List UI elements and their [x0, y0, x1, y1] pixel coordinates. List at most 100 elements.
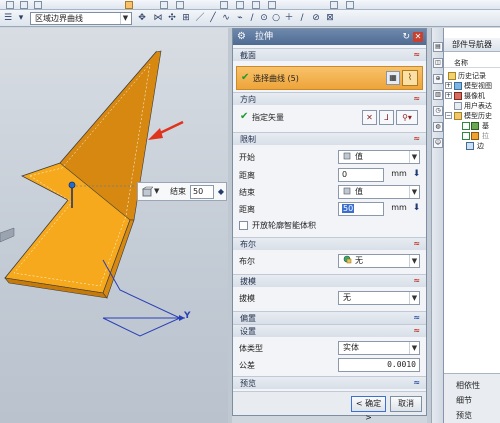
- section-header-preview[interactable]: 预览 ≈: [233, 376, 426, 389]
- value-type-icon[interactable]: [141, 186, 153, 198]
- history-tab-icon[interactable]: ◷: [433, 106, 443, 116]
- snap-icon[interactable]: ⊘: [310, 12, 322, 24]
- section-header-label: 设置: [240, 327, 256, 336]
- tree-node[interactable]: 历史记录: [444, 71, 500, 81]
- line-icon[interactable]: ╱: [207, 12, 219, 24]
- end-type-select[interactable]: 值 ▼: [338, 185, 420, 199]
- constraint-navigator-tab-icon[interactable]: ⊕: [433, 74, 443, 84]
- tree-node[interactable]: 边: [444, 141, 500, 151]
- boolean-label: 布尔: [239, 257, 255, 266]
- end-value-field[interactable]: 50: [190, 185, 214, 199]
- curve-rule-select[interactable]: 区域边界曲线 ▼: [30, 12, 132, 25]
- snap-icon[interactable]: ○: [270, 12, 282, 24]
- vector-dialog-icon[interactable]: ⅃: [379, 110, 394, 125]
- line-icon[interactable]: ／: [194, 12, 206, 24]
- details-panel-tab[interactable]: 细节: [456, 395, 472, 407]
- roles-tab-icon[interactable]: ☺: [433, 138, 443, 148]
- column-name: 名称: [454, 59, 468, 67]
- tree-node[interactable]: 拉: [444, 131, 500, 141]
- section-header-offset[interactable]: 偏置 ≈: [233, 311, 426, 324]
- menu-icon[interactable]: ☰: [2, 12, 14, 24]
- tree-node[interactable]: 基: [444, 121, 500, 131]
- toolbar-icon[interactable]: [330, 1, 338, 9]
- start-distance-field[interactable]: 0: [338, 168, 384, 182]
- arc-icon[interactable]: ∿: [220, 12, 232, 24]
- toolbar-icon[interactable]: [252, 1, 260, 9]
- assembly-navigator-tab-icon[interactable]: ◫: [433, 58, 443, 68]
- toolbar-icon[interactable]: [268, 1, 276, 9]
- part-navigator-tab-icon[interactable]: ▤: [433, 42, 443, 52]
- section-header-section[interactable]: 截面 ≈: [233, 48, 426, 61]
- toolbar-icon[interactable]: [220, 1, 228, 9]
- chevron-down-icon[interactable]: ▼: [154, 187, 162, 198]
- body-type-value: 实体: [343, 343, 359, 352]
- tree-node-label: 摄像机: [464, 92, 485, 100]
- end-distance-field[interactable]: 50: [338, 202, 384, 216]
- section-header-draft[interactable]: 拔模 ≈: [233, 274, 426, 287]
- snap-icon[interactable]: ∕: [296, 12, 308, 24]
- reuse-library-tab-icon[interactable]: ▥: [433, 90, 443, 100]
- expand-icon[interactable]: +: [445, 92, 452, 99]
- section-header-limits[interactable]: 限制 ≈: [233, 132, 426, 145]
- expand-icon[interactable]: +: [445, 82, 452, 89]
- snap-icon[interactable]: ⊠: [324, 12, 336, 24]
- tree-node[interactable]: + 模型视图: [444, 81, 500, 91]
- toolbar-icon[interactable]: [20, 1, 28, 9]
- spin-icon[interactable]: ◆: [217, 186, 225, 198]
- close-icon[interactable]: ✕: [413, 32, 423, 42]
- snap-icon[interactable]: ⊙: [258, 12, 270, 24]
- toolbar-icon[interactable]: [34, 1, 42, 9]
- open-profile-checkbox[interactable]: [239, 221, 248, 230]
- tree-node[interactable]: − 模型历史: [444, 111, 500, 121]
- toolbar-icon[interactable]: [6, 1, 14, 9]
- start-type-value: 值: [355, 152, 363, 161]
- checkbox-icon[interactable]: [462, 132, 470, 140]
- preview-panel-tab[interactable]: 预览: [456, 410, 472, 422]
- tolerance-field[interactable]: 0.0010: [338, 358, 420, 372]
- graphics-viewport[interactable]: Y: [0, 28, 228, 423]
- section-header-direction[interactable]: 方向 ≈: [233, 92, 426, 105]
- section-header-boolean[interactable]: 布尔 ≈: [233, 237, 426, 250]
- reset-icon[interactable]: ↻: [402, 31, 410, 43]
- filter-icon[interactable]: ▾: [15, 12, 27, 24]
- start-type-select[interactable]: 值 ▼: [338, 150, 420, 164]
- toolbar-icon[interactable]: [346, 1, 354, 9]
- ok-button[interactable]: < 确定 >: [351, 396, 386, 422]
- snap-icon[interactable]: ⌁: [234, 12, 246, 24]
- snap-icon[interactable]: ＋: [283, 12, 295, 24]
- navigator-column-header[interactable]: 名称: [444, 58, 500, 68]
- snap-icon[interactable]: ✣: [166, 12, 178, 24]
- draft-select[interactable]: 无 ▼: [338, 291, 420, 305]
- toolbar-icon[interactable]: [176, 1, 184, 9]
- reverse-direction-icon[interactable]: ✕: [362, 110, 377, 125]
- snap-icon[interactable]: ⊞: [180, 12, 192, 24]
- collapse-icon[interactable]: −: [445, 112, 452, 119]
- snap-icon[interactable]: ⋈: [152, 12, 164, 24]
- end-distance-onscreen-input: ▼ 结束 50 ◆: [137, 182, 227, 201]
- dependencies-panel-tab[interactable]: 相依性: [456, 380, 480, 392]
- select-curve-row[interactable]: ✔ 选择曲线 (5) ▦ ⌇: [236, 66, 423, 90]
- boolean-select[interactable]: 无 ▼: [338, 254, 420, 268]
- vector-type-icon[interactable]: ⚲▾: [396, 110, 418, 125]
- pin-icon[interactable]: ✥: [136, 12, 148, 24]
- spin-down-icon[interactable]: ⬇: [412, 202, 421, 216]
- spin-down-icon[interactable]: ⬇: [412, 168, 421, 182]
- tree-node[interactable]: + 摄像机: [444, 91, 500, 101]
- extrude-tool-icon[interactable]: [125, 1, 133, 9]
- sketch-section-icon[interactable]: ▦: [386, 71, 400, 85]
- tree-node[interactable]: 用户表达: [444, 101, 500, 111]
- navigator-bottom-panels: 相依性 细节 预览: [444, 373, 500, 423]
- specify-vector-row[interactable]: ✔ 指定矢量 ✕ ⅃ ⚲▾: [236, 108, 423, 128]
- snap-icon[interactable]: ∕: [246, 12, 258, 24]
- cancel-button[interactable]: 取消: [390, 396, 422, 412]
- checkbox-icon[interactable]: [462, 122, 470, 130]
- toolbar-icon[interactable]: [236, 1, 244, 9]
- gear-icon[interactable]: ⚙: [237, 31, 249, 43]
- collapse-icon: ≈: [413, 239, 420, 248]
- curve-select-icon[interactable]: ⌇: [402, 70, 418, 86]
- web-browser-tab-icon[interactable]: ◍: [433, 122, 443, 132]
- section-header-settings[interactable]: 设置 ≈: [233, 324, 426, 337]
- drag-handle[interactable]: [68, 181, 76, 189]
- toolbar-icon[interactable]: [160, 1, 168, 9]
- body-type-select[interactable]: 实体 ▼: [338, 341, 420, 355]
